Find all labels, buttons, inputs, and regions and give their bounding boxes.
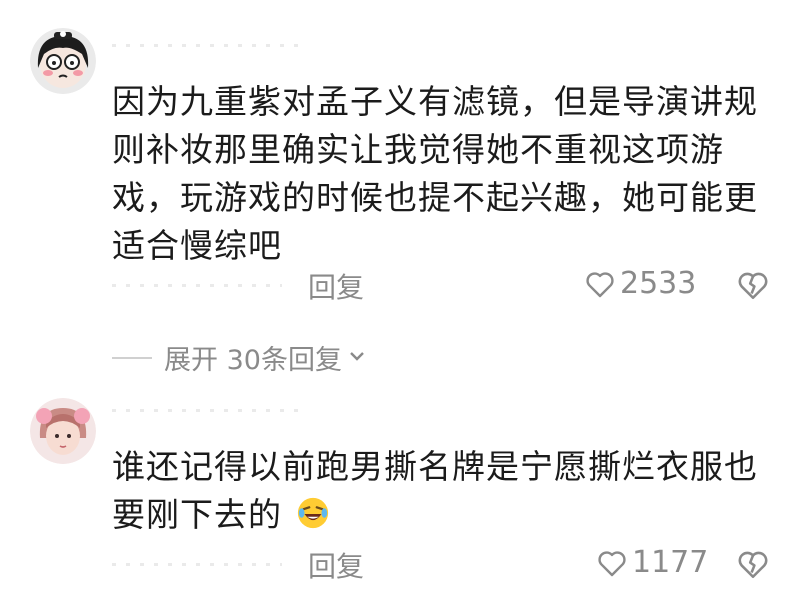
comment-item: 因为九重紫对孟子义有滤镜，但是导演讲规则补妆那里确实让我觉得她不重视这项游戏，玩…	[0, 0, 800, 320]
like-button[interactable]: 1177	[596, 545, 708, 580]
meta-placeholder	[112, 563, 282, 566]
rolling-on-floor-laughing-icon	[296, 495, 330, 529]
heart-icon	[586, 271, 614, 297]
like-button[interactable]: 2533	[584, 266, 696, 301]
reply-button[interactable]: 回复	[308, 266, 364, 306]
divider	[112, 356, 152, 359]
meta-placeholder	[112, 284, 282, 287]
broken-heart-icon	[738, 551, 768, 579]
photo-girl-avatar-icon	[30, 398, 96, 464]
comment-text: 谁还记得以前跑男撕名牌是宁愿撕烂衣服也要刚下去的	[112, 443, 762, 539]
comment-item: 谁还记得以前跑男撕名牌是宁愿撕烂衣服也要刚下去的 回复 1177	[0, 395, 800, 603]
heart-icon	[598, 550, 626, 576]
cartoon-girl-avatar-icon	[30, 28, 96, 94]
username-placeholder	[112, 409, 302, 412]
like-count: 2533	[620, 266, 697, 301]
dislike-button[interactable]	[736, 268, 770, 302]
avatar[interactable]	[30, 28, 96, 94]
avatar[interactable]	[30, 398, 96, 464]
username-placeholder	[112, 44, 302, 47]
chevron-down-icon	[348, 346, 366, 370]
expand-replies-label: 展开 30条回复	[164, 345, 342, 376]
broken-heart-icon	[738, 272, 768, 300]
comment-text-content: 谁还记得以前跑男撕名牌是宁愿撕烂衣服也要刚下去的	[112, 447, 758, 534]
like-count: 1177	[632, 545, 709, 580]
comment-text: 因为九重紫对孟子义有滤镜，但是导演讲规则补妆那里确实让我觉得她不重视这项游戏，玩…	[112, 82, 758, 265]
expand-replies-button[interactable]: 展开 30条回复	[112, 338, 366, 377]
dislike-button[interactable]	[736, 547, 770, 581]
reply-button[interactable]: 回复	[308, 545, 364, 585]
